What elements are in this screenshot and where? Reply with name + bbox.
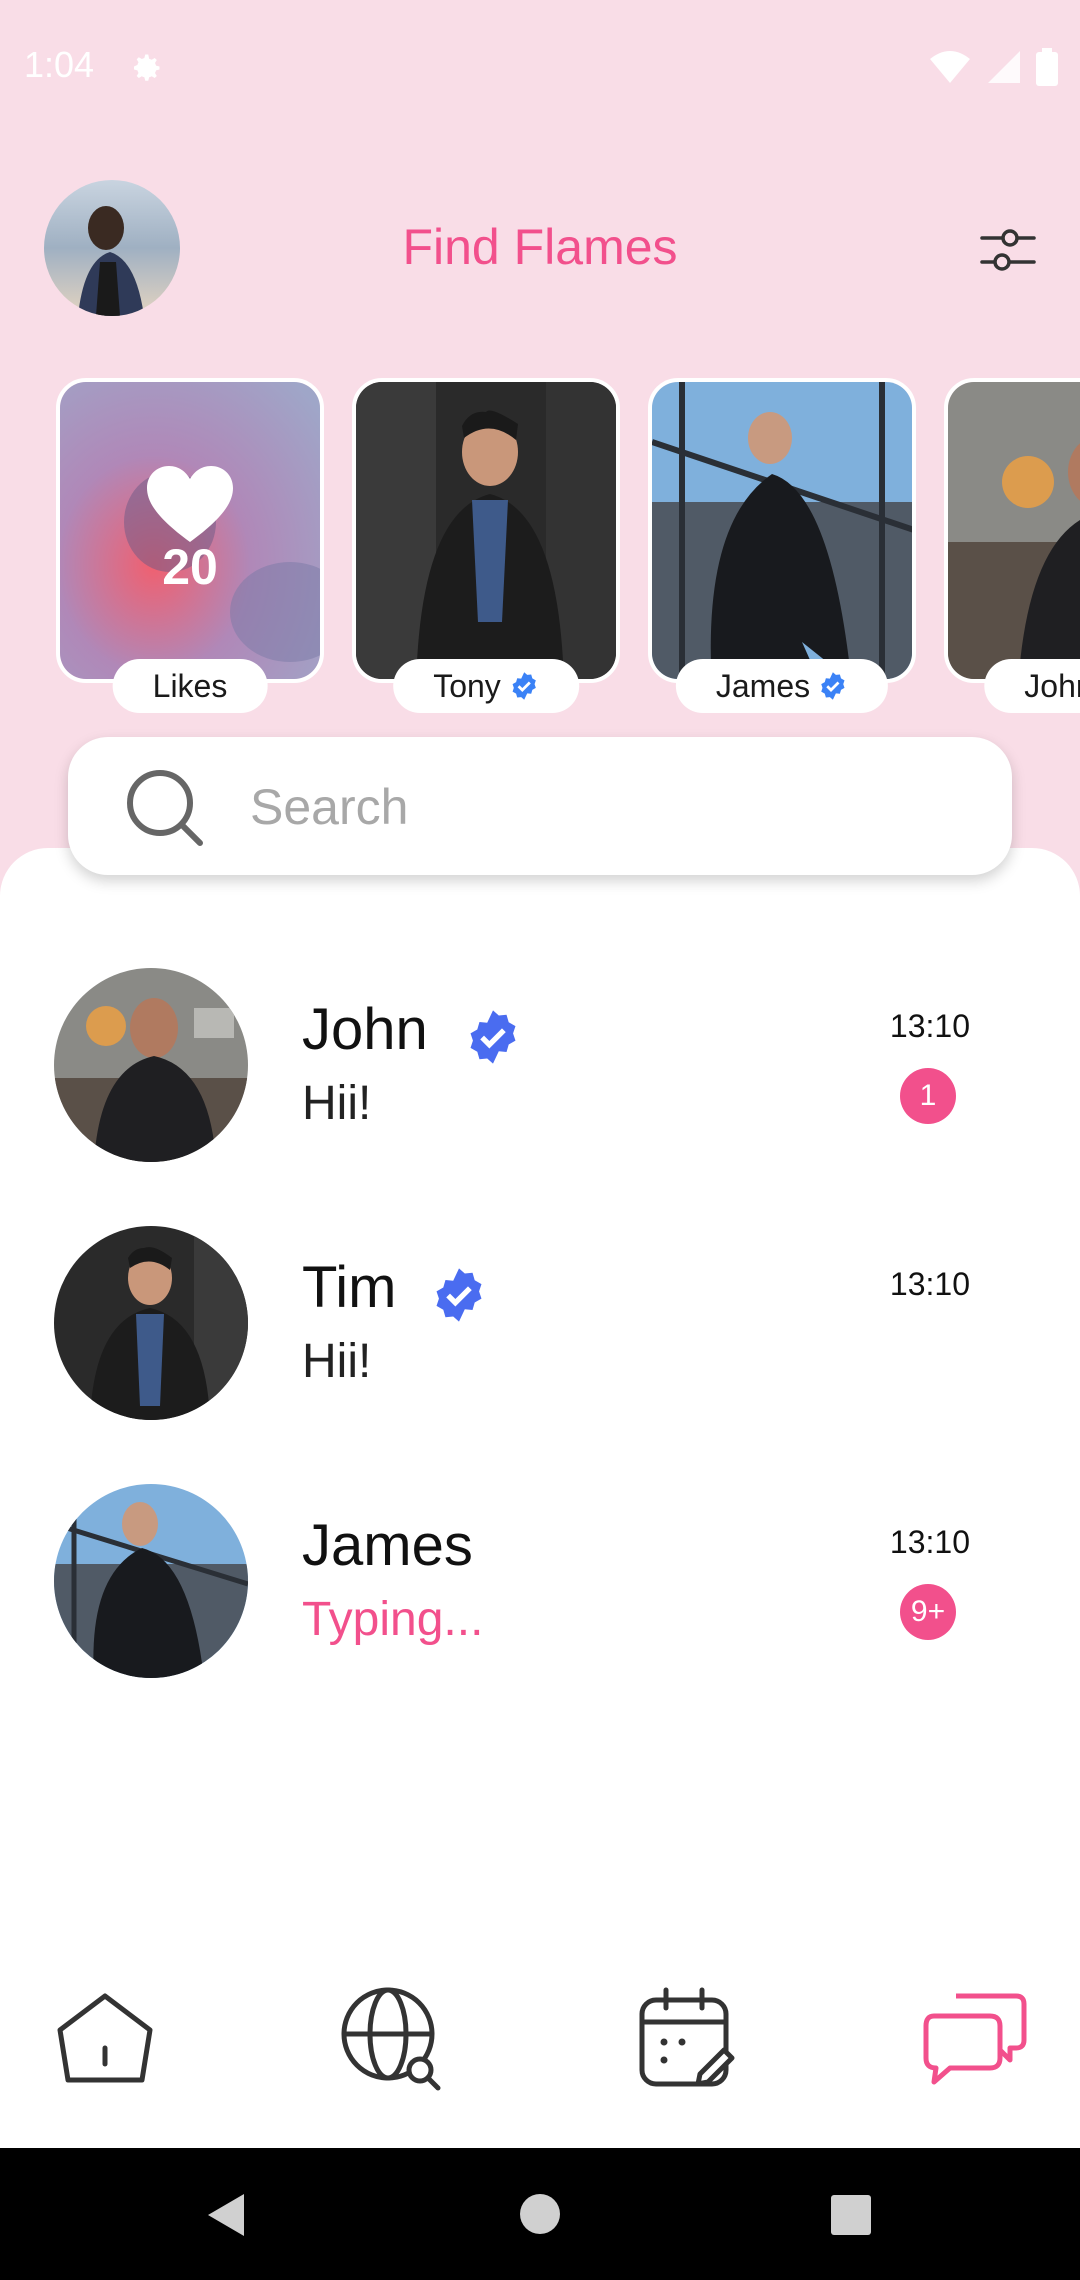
verified-badge-icon — [470, 1010, 516, 1064]
bottom-nav — [0, 1950, 1080, 2148]
last-message: Hii! — [302, 1335, 372, 1388]
likes-card: 20 — [56, 378, 324, 683]
search-icon — [127, 770, 203, 846]
story-label: James — [675, 659, 889, 713]
message-time: 13:10 — [889, 1008, 970, 1044]
recents-square-icon[interactable] — [830, 2194, 872, 2236]
cellular-signal-icon — [988, 51, 1020, 83]
wifi-icon — [930, 51, 970, 83]
contact-name: Tim — [302, 1255, 397, 1320]
chat-item-tim[interactable]: Tim Hii! 13:10 — [0, 1226, 1080, 1426]
header: Find Flames — [0, 170, 1080, 330]
message-time: 13:10 — [889, 1524, 970, 1560]
page-title: Find Flames — [402, 219, 678, 275]
calendar-edit-icon[interactable] — [630, 1982, 740, 2092]
chat-item-james[interactable]: James Typing... 13:10 9+ — [0, 1484, 1080, 1684]
stories-row: 20 Likes Tony James Joh — [0, 378, 1080, 713]
contact-name: James — [302, 1513, 473, 1578]
chat-bubbles-icon[interactable] — [920, 1982, 1030, 2092]
story-photo — [648, 378, 916, 683]
unread-badge: 9+ — [900, 1584, 956, 1640]
filter-sliders-icon[interactable] — [976, 218, 1040, 282]
story-likes[interactable]: 20 Likes — [56, 378, 324, 713]
contact-name: John — [302, 997, 428, 1062]
story-photo — [944, 378, 1080, 683]
verified-badge-icon — [512, 672, 536, 700]
story-james[interactable]: James — [648, 378, 916, 713]
avatar — [54, 1226, 248, 1420]
back-icon[interactable] — [204, 2192, 248, 2238]
likes-count: 20 — [162, 538, 218, 595]
story-label: John — [984, 659, 1080, 713]
story-tony[interactable]: Tony — [352, 378, 620, 713]
avatar — [54, 1484, 248, 1678]
story-label: Likes — [112, 659, 268, 713]
avatar — [54, 968, 248, 1162]
system-navigation-bar — [0, 2148, 1080, 2280]
story-photo — [352, 378, 620, 683]
typing-indicator: Typing... — [302, 1593, 484, 1646]
search-input[interactable] — [248, 771, 952, 843]
home-circle-icon[interactable] — [518, 2192, 562, 2236]
battery-icon — [1036, 48, 1058, 86]
status-time: 1:04 — [24, 44, 95, 85]
status-bar: 1:04 — [0, 0, 1080, 135]
globe-search-icon[interactable] — [338, 1982, 448, 2092]
last-message: Hii! — [302, 1077, 372, 1130]
search-bar[interactable] — [68, 737, 1012, 875]
heart-icon — [147, 465, 233, 542]
story-john[interactable]: John — [944, 378, 1080, 713]
home-icon[interactable] — [50, 1982, 160, 2092]
story-label: Tony — [393, 659, 579, 713]
unread-badge: 1 — [900, 1068, 956, 1124]
verified-badge-icon — [821, 672, 845, 700]
chat-item-john[interactable]: John Hii! 13:10 1 — [0, 968, 1080, 1168]
verified-badge-icon — [436, 1268, 482, 1322]
message-time: 13:10 — [889, 1266, 970, 1302]
settings-gear-icon — [134, 54, 160, 81]
status-icons — [928, 48, 1058, 86]
